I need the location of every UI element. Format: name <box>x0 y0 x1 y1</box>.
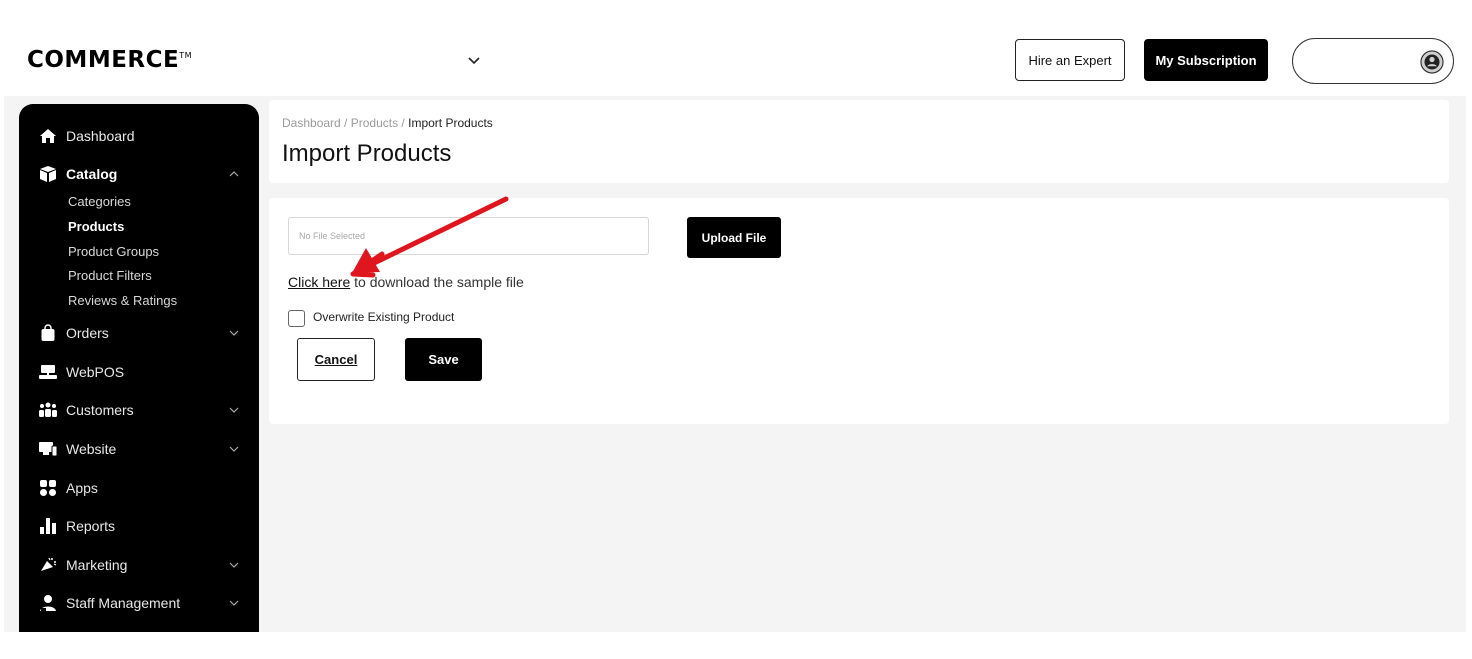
breadcrumb-current: Import Products <box>408 116 493 130</box>
sidebar-subitem-reviews-ratings[interactable]: Reviews & Ratings <box>68 293 177 309</box>
chevron-down-icon[interactable] <box>227 403 241 417</box>
logo-text: COMMERCE <box>27 47 180 73</box>
breadcrumb-separator: / <box>340 116 351 130</box>
sidebar-subitem-categories[interactable]: Categories <box>68 194 131 210</box>
my-subscription-button[interactable]: My Subscription <box>1144 39 1268 81</box>
upload-file-button[interactable]: Upload File <box>687 217 781 258</box>
sidebar-item-label: Apps <box>66 480 98 496</box>
overwrite-label[interactable]: Overwrite Existing Product <box>313 310 454 325</box>
sidebar-item-label: Orders <box>66 325 109 341</box>
page-title: Import Products <box>282 140 452 167</box>
chevron-down-icon[interactable] <box>227 326 241 340</box>
breadcrumb-separator: / <box>398 116 409 130</box>
sidebar-item-label: Marketing <box>66 557 128 573</box>
sidebar-item-customers[interactable]: Customers <box>19 395 259 425</box>
sample-download-link[interactable]: Click here <box>288 274 350 290</box>
file-input-placeholder: No File Selected <box>299 231 366 241</box>
chevron-up-icon[interactable] <box>227 167 241 181</box>
sidebar-item-label: Website <box>66 441 117 457</box>
sidebar-item-website[interactable]: Website <box>19 434 259 464</box>
sidebar-item-label: Staff Management <box>66 595 181 611</box>
breadcrumb: Dashboard / Products / Import Products <box>282 116 493 130</box>
sidebar-item-label: WebPOS <box>66 364 125 380</box>
sidebar-item-catalog[interactable]: Catalog <box>19 159 259 189</box>
sidebar-subitem-product-filters[interactable]: Product Filters <box>68 268 152 284</box>
sample-download-text: Click here to download the sample file <box>288 274 524 290</box>
sample-download-suffix: to download the sample file <box>350 274 524 290</box>
breadcrumb-dashboard[interactable]: Dashboard <box>282 116 341 130</box>
sidebar-item-reports[interactable]: Reports <box>19 511 259 541</box>
chevron-down-icon[interactable] <box>227 558 241 572</box>
save-button[interactable]: Save <box>405 338 482 381</box>
sidebar-item-marketing[interactable]: Marketing <box>19 550 259 580</box>
pos-terminal-icon <box>38 363 58 381</box>
sidebar-item-webpos[interactable]: WebPOS <box>19 357 259 387</box>
sidebar: Dashboard Catalog Categories Products Pr… <box>19 104 259 632</box>
page-header: Dashboard / Products / Import Products I… <box>269 100 1449 183</box>
chevron-down-icon[interactable] <box>227 442 241 456</box>
sidebar-item-label: Reports <box>66 518 116 534</box>
sidebar-item-label: Customers <box>66 402 134 418</box>
sidebar-subitem-products[interactable]: Products <box>68 219 124 235</box>
hire-expert-button[interactable]: Hire an Expert <box>1015 39 1125 81</box>
users-icon <box>38 401 58 419</box>
shopping-bag-icon <box>38 324 58 342</box>
home-icon <box>38 127 58 145</box>
chevron-down-icon[interactable] <box>466 52 482 68</box>
breadcrumb-products[interactable]: Products <box>351 116 398 130</box>
bar-chart-icon <box>38 517 58 535</box>
cancel-button[interactable]: Cancel <box>297 338 375 381</box>
monitor-icon <box>38 440 58 458</box>
sidebar-item-label: Dashboard <box>66 128 135 144</box>
sidebar-item-orders[interactable]: Orders <box>19 318 259 348</box>
sidebar-item-staff-management[interactable]: Staff Management <box>19 588 259 618</box>
apps-grid-icon <box>38 479 58 497</box>
sidebar-item-label: Catalog <box>66 166 118 182</box>
user-circle-icon <box>1420 50 1444 74</box>
sidebar-item-dashboard[interactable]: Dashboard <box>19 121 259 151</box>
sidebar-item-apps[interactable]: Apps <box>19 473 259 503</box>
profile-menu[interactable] <box>1292 38 1454 84</box>
staff-icon <box>38 594 58 612</box>
box-icon <box>38 165 58 183</box>
logo-trademark: TM <box>179 51 193 60</box>
megaphone-icon <box>38 556 58 574</box>
file-input[interactable]: No File Selected <box>288 217 649 255</box>
brand-logo[interactable]: COMMERCETM <box>27 47 192 73</box>
top-bar: COMMERCETM Hire an Expert My Subscriptio… <box>0 0 1472 96</box>
overwrite-checkbox[interactable] <box>288 310 305 327</box>
chevron-down-icon[interactable] <box>227 596 241 610</box>
import-form: No File Selected Upload File Click here … <box>269 198 1449 424</box>
sidebar-subitem-product-groups[interactable]: Product Groups <box>68 244 159 260</box>
